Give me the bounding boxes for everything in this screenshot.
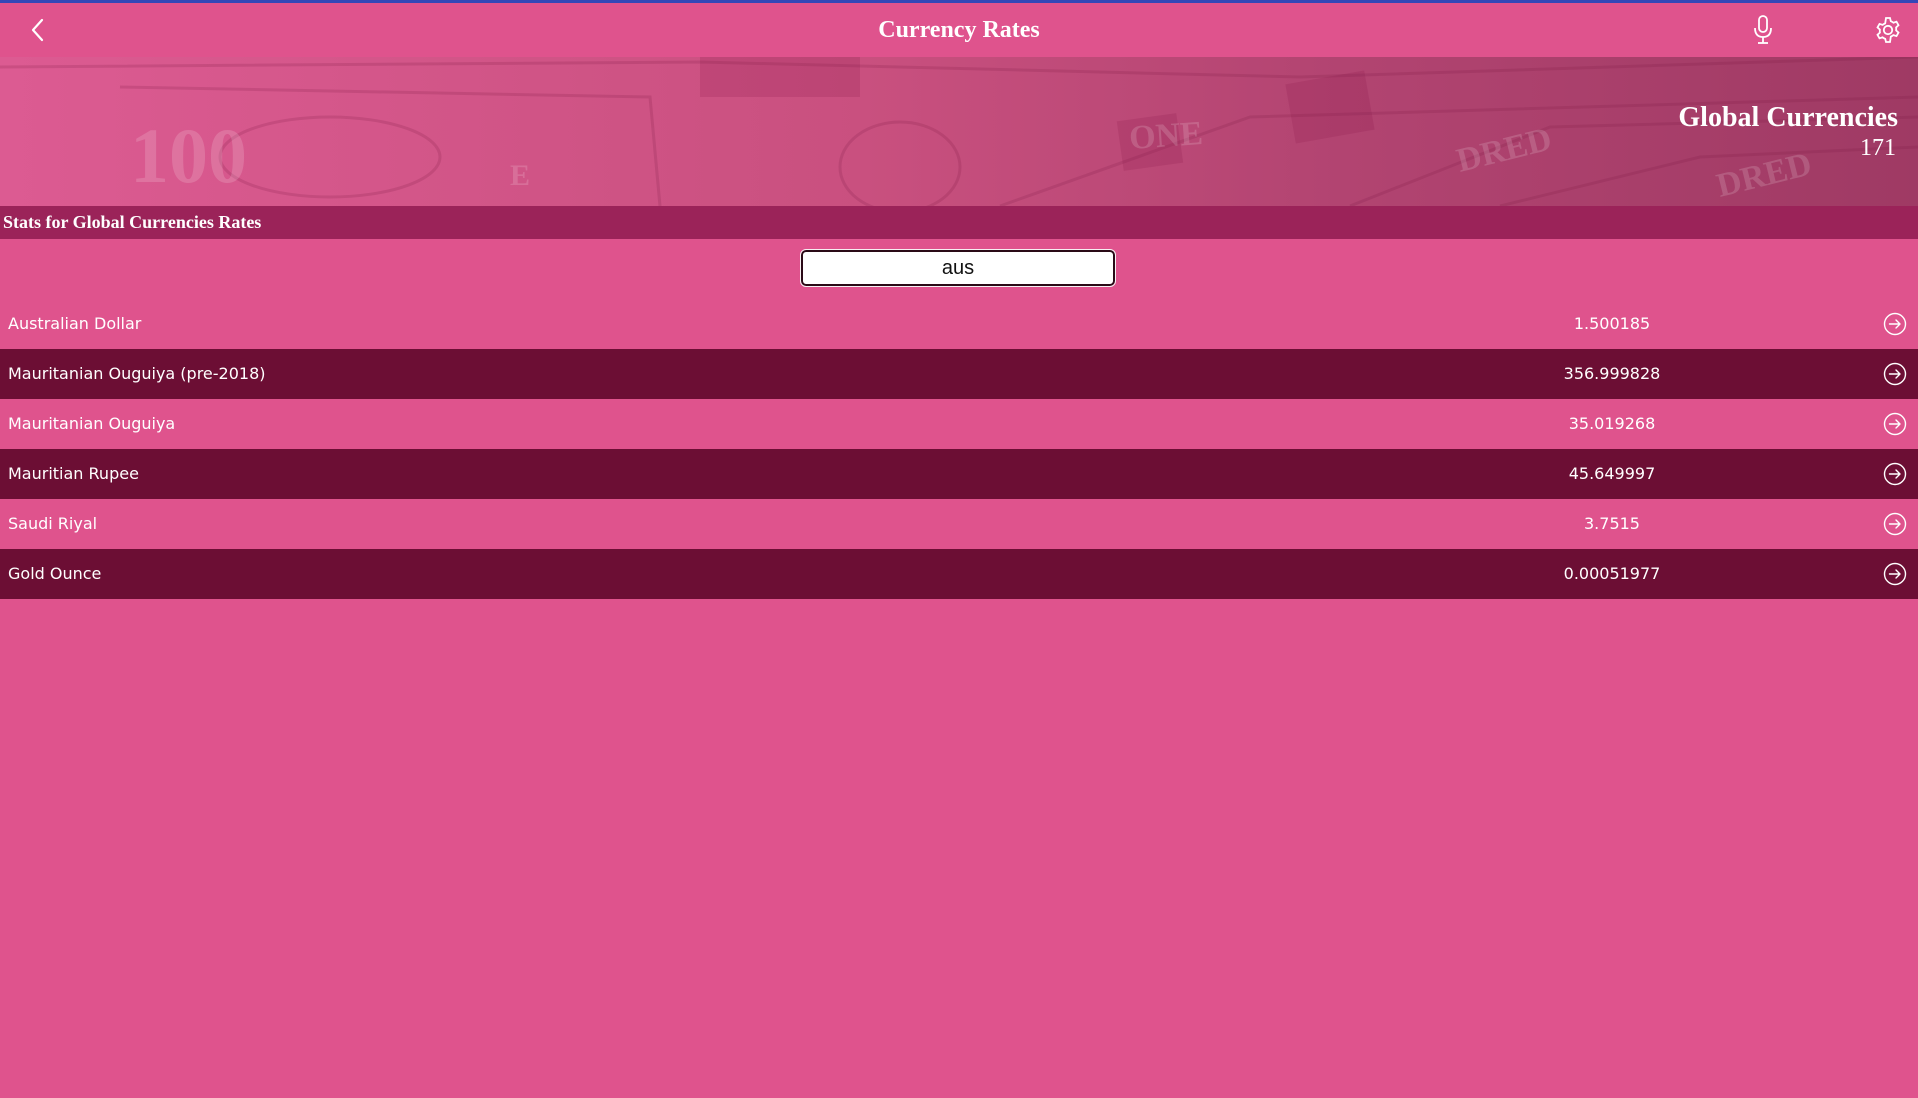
banner-title: Global Currencies (1678, 102, 1898, 133)
gear-icon (1876, 17, 1900, 43)
list-item[interactable]: Saudi Riyal 3.7515 (0, 499, 1918, 549)
arrow-right-circle-icon[interactable] (1883, 562, 1907, 586)
arrow-right-circle-icon[interactable] (1883, 312, 1907, 336)
list-item[interactable]: Australian Dollar 1.500185 (0, 299, 1918, 349)
currency-rate: 1.500185 (1573, 314, 1651, 333)
currency-name: Mauritanian Ouguiya (pre-2018) (8, 364, 266, 383)
currency-count: 171 (1860, 135, 1896, 161)
svg-text:100: 100 (130, 112, 247, 199)
currency-name: Saudi Riyal (8, 514, 98, 533)
currency-name: Australian Dollar (8, 314, 142, 333)
currency-name: Mauritanian Ouguiya (8, 414, 176, 433)
arrow-right-circle-icon[interactable] (1883, 362, 1907, 386)
arrow-right-circle-icon[interactable] (1883, 462, 1907, 486)
currency-rate: 35.019268 (1568, 414, 1656, 433)
currency-rate: 356.999828 (1563, 364, 1661, 383)
currency-rate: 3.7515 (1584, 514, 1640, 533)
stats-bar-label: Stats for Global Currencies Rates (3, 212, 262, 232)
arrow-right-circle-icon[interactable] (1883, 412, 1907, 436)
stats-bar: Stats for Global Currencies Rates (0, 206, 1918, 239)
svg-text:E: E (510, 159, 530, 192)
currency-name: Mauritian Rupee (8, 464, 139, 483)
list-item[interactable]: Mauritanian Ouguiya 35.019268 (0, 399, 1918, 449)
list-item[interactable]: Mauritanian Ouguiya (pre-2018) 356.99982… (0, 349, 1918, 399)
banknote-background-image: 100 ONE DRED DRED E (0, 57, 1918, 206)
svg-text:DRED: DRED (1453, 121, 1555, 180)
voice-search-button[interactable] (1739, 6, 1787, 54)
microphone-icon (1754, 15, 1772, 44)
currency-rate: 45.649997 (1568, 464, 1656, 483)
list-item[interactable]: Gold Ounce 0.00051977 (0, 549, 1918, 599)
top-bar: Currency Rates (0, 3, 1918, 57)
svg-text:ONE: ONE (1128, 115, 1204, 157)
list-item[interactable]: Mauritian Rupee 45.649997 (0, 449, 1918, 499)
currency-rate: 0.00051977 (1563, 564, 1661, 583)
settings-button[interactable] (1864, 6, 1912, 54)
currency-list: Australian Dollar 1.500185 Mauritanian O… (0, 299, 1918, 599)
banner: 100 ONE DRED DRED E Global Currencies 17… (0, 57, 1918, 206)
page-title: Currency Rates (878, 17, 1040, 43)
arrow-right-circle-icon[interactable] (1883, 512, 1907, 536)
search-input[interactable] (800, 249, 1116, 287)
currency-name: Gold Ounce (8, 564, 102, 583)
